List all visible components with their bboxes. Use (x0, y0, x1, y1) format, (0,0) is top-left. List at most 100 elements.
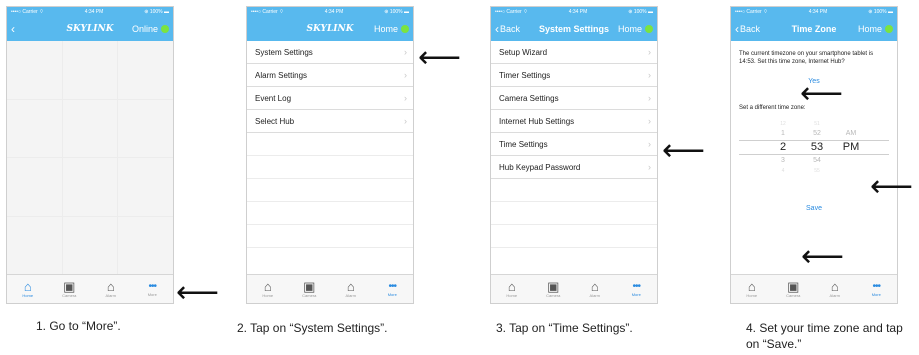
camera-tile[interactable] (118, 99, 173, 157)
tab-camera[interactable]: ▣ Camera (49, 275, 91, 303)
camera-tile[interactable] (62, 99, 118, 157)
menu-item-time-settings[interactable]: Time Settings › (491, 133, 657, 156)
tab-label: More (871, 291, 881, 297)
hour-wheel[interactable]: 12 1 2 3 4 (769, 119, 797, 176)
minute-wheel[interactable]: 51 52 53 54 55 (803, 119, 831, 176)
menu-item-label: Timer Settings (499, 70, 551, 80)
save-button[interactable]: Save (739, 205, 889, 212)
menu-item-timer-settings[interactable]: Timer Settings › (491, 64, 657, 87)
camera-tile[interactable] (118, 216, 173, 274)
house-icon: ⌂ (507, 279, 516, 294)
tab-bar: ⌂ Home ▣ Camera ⌂ Alarm ••• More (247, 274, 413, 303)
tab-label: Home (22, 293, 34, 298)
empty-row (491, 179, 657, 202)
camera-tile[interactable] (7, 158, 62, 216)
menu-item-label: Camera Settings (499, 93, 559, 103)
more-icon: ••• (632, 280, 640, 292)
camera-tile[interactable] (7, 99, 62, 157)
camera-tile[interactable] (7, 216, 62, 274)
tab-label: Camera (546, 293, 561, 298)
menu-item-camera-settings[interactable]: Camera Settings › (491, 87, 657, 110)
tab-camera[interactable]: ▣ Camera (533, 275, 575, 303)
home-status[interactable]: Home (374, 24, 409, 34)
picker-value: 3 (781, 157, 785, 164)
tab-label: More (147, 291, 157, 297)
tab-camera[interactable]: ▣ Camera (773, 275, 815, 303)
tab-home[interactable]: ⌂ Home (731, 275, 773, 303)
picker-value: 55 (814, 168, 820, 174)
menu-item-setup-wizard[interactable]: Setup Wizard › (491, 41, 657, 64)
menu-item-alarm-settings[interactable]: Alarm Settings › (247, 64, 413, 87)
camera-tile[interactable] (118, 41, 173, 99)
carrier-text: ••••○ Carrier ⌔ (735, 9, 768, 15)
chevron-right-icon: › (648, 162, 651, 172)
back-button[interactable]: ‹ Back (495, 23, 525, 35)
menu-item-internet-hub-settings[interactable]: Internet Hub Settings › (491, 110, 657, 133)
menu-item-label: Alarm Settings (255, 70, 308, 80)
tab-alarm[interactable]: ⌂ Alarm (814, 275, 856, 303)
phone-screen-more: ••••○ Carrier ⌔ 4:34 PM ⊕ 100% ▬ ‹ SKYLI… (6, 6, 174, 304)
chevron-right-icon: › (404, 47, 407, 57)
picker-value: 4 (781, 168, 785, 174)
camera-tile[interactable] (118, 158, 173, 216)
tab-camera[interactable]: ▣ Camera (289, 275, 331, 303)
empty-row (491, 225, 657, 248)
menu-item-label: Event Log (255, 93, 292, 103)
pointer-arrow-icon: ⟵ (870, 169, 914, 204)
back-button[interactable]: ‹ (11, 23, 41, 35)
online-status[interactable]: Online (132, 24, 169, 34)
clock-text: 4:34 PM (568, 9, 588, 15)
camera-tile[interactable] (62, 216, 118, 274)
tab-home[interactable]: ⌂ Home (247, 275, 289, 303)
empty-row (247, 202, 413, 225)
nav-bar: ‹ SKYLINK Online (7, 17, 173, 41)
online-dot-icon (885, 25, 893, 33)
back-label: Back (740, 24, 761, 34)
battery-text: ⊕ 100% ▬ (628, 9, 653, 15)
empty-row (247, 179, 413, 202)
chevron-right-icon: › (648, 93, 651, 103)
tab-more[interactable]: ••• More (132, 275, 174, 303)
time-picker[interactable]: 12 1 2 3 4 51 52 53 54 55 AM PM (739, 119, 889, 177)
menu-item-select-hub[interactable]: Select Hub › (247, 110, 413, 133)
back-button[interactable]: ‹ Back (735, 23, 765, 35)
tab-label: Alarm (105, 293, 116, 298)
camera-tile[interactable] (62, 41, 118, 99)
menu-item-hub-keypad-password[interactable]: Hub Keypad Password › (491, 156, 657, 179)
tab-home[interactable]: ⌂ Home (491, 275, 533, 303)
menu-item-event-log[interactable]: Event Log › (247, 87, 413, 110)
picker-selected-minute: 53 (810, 141, 824, 153)
chevron-left-icon: ‹ (11, 22, 15, 36)
tab-alarm[interactable]: ⌂ Alarm (90, 275, 132, 303)
camera-tile[interactable] (7, 41, 62, 99)
tab-more[interactable]: ••• More (372, 275, 414, 303)
status-bar: ••••○ Carrier ⌔ 4:34 PM ⊕ 100% ▬ (247, 7, 413, 17)
more-menu: System Settings › Alarm Settings › Event L… (247, 41, 413, 274)
tab-label: Alarm (829, 293, 840, 298)
carrier-text: ••••○ Carrier ⌔ (11, 9, 44, 15)
tab-alarm[interactable]: ⌂ Alarm (574, 275, 616, 303)
tab-more[interactable]: ••• More (856, 275, 898, 303)
tab-label: More (387, 291, 397, 297)
tab-bar: ⌂ Home ▣ Camera ⌂ Alarm ••• More (731, 274, 897, 303)
home-status[interactable]: Home (858, 24, 893, 34)
step-caption-4: 4. Set your time zone and tap on “Save.” (746, 321, 903, 352)
home-status[interactable]: Home (618, 24, 653, 34)
alarm-house-icon: ⌂ (830, 279, 839, 294)
chevron-right-icon: › (648, 116, 651, 126)
menu-item-system-settings[interactable]: System Settings › (247, 41, 413, 64)
picker-selected-hour: 2 (779, 141, 787, 153)
camera-tile[interactable] (62, 158, 118, 216)
tab-label: Camera (62, 293, 77, 298)
tab-more[interactable]: ••• More (616, 275, 658, 303)
more-icon: ••• (872, 280, 880, 292)
tab-alarm[interactable]: ⌂ Alarm (330, 275, 372, 303)
pointer-arrow-icon: ⟵ (176, 275, 220, 310)
tab-home[interactable]: ⌂ Home (7, 275, 49, 303)
menu-item-label: Setup Wizard (499, 47, 548, 57)
back-label: Back (500, 24, 521, 34)
ampm-wheel[interactable]: AM PM (837, 119, 865, 156)
timezone-question: The current timezone on your smartphone … (739, 51, 874, 65)
picker-value: 1 (781, 130, 785, 137)
alarm-house-icon: ⌂ (590, 279, 599, 294)
